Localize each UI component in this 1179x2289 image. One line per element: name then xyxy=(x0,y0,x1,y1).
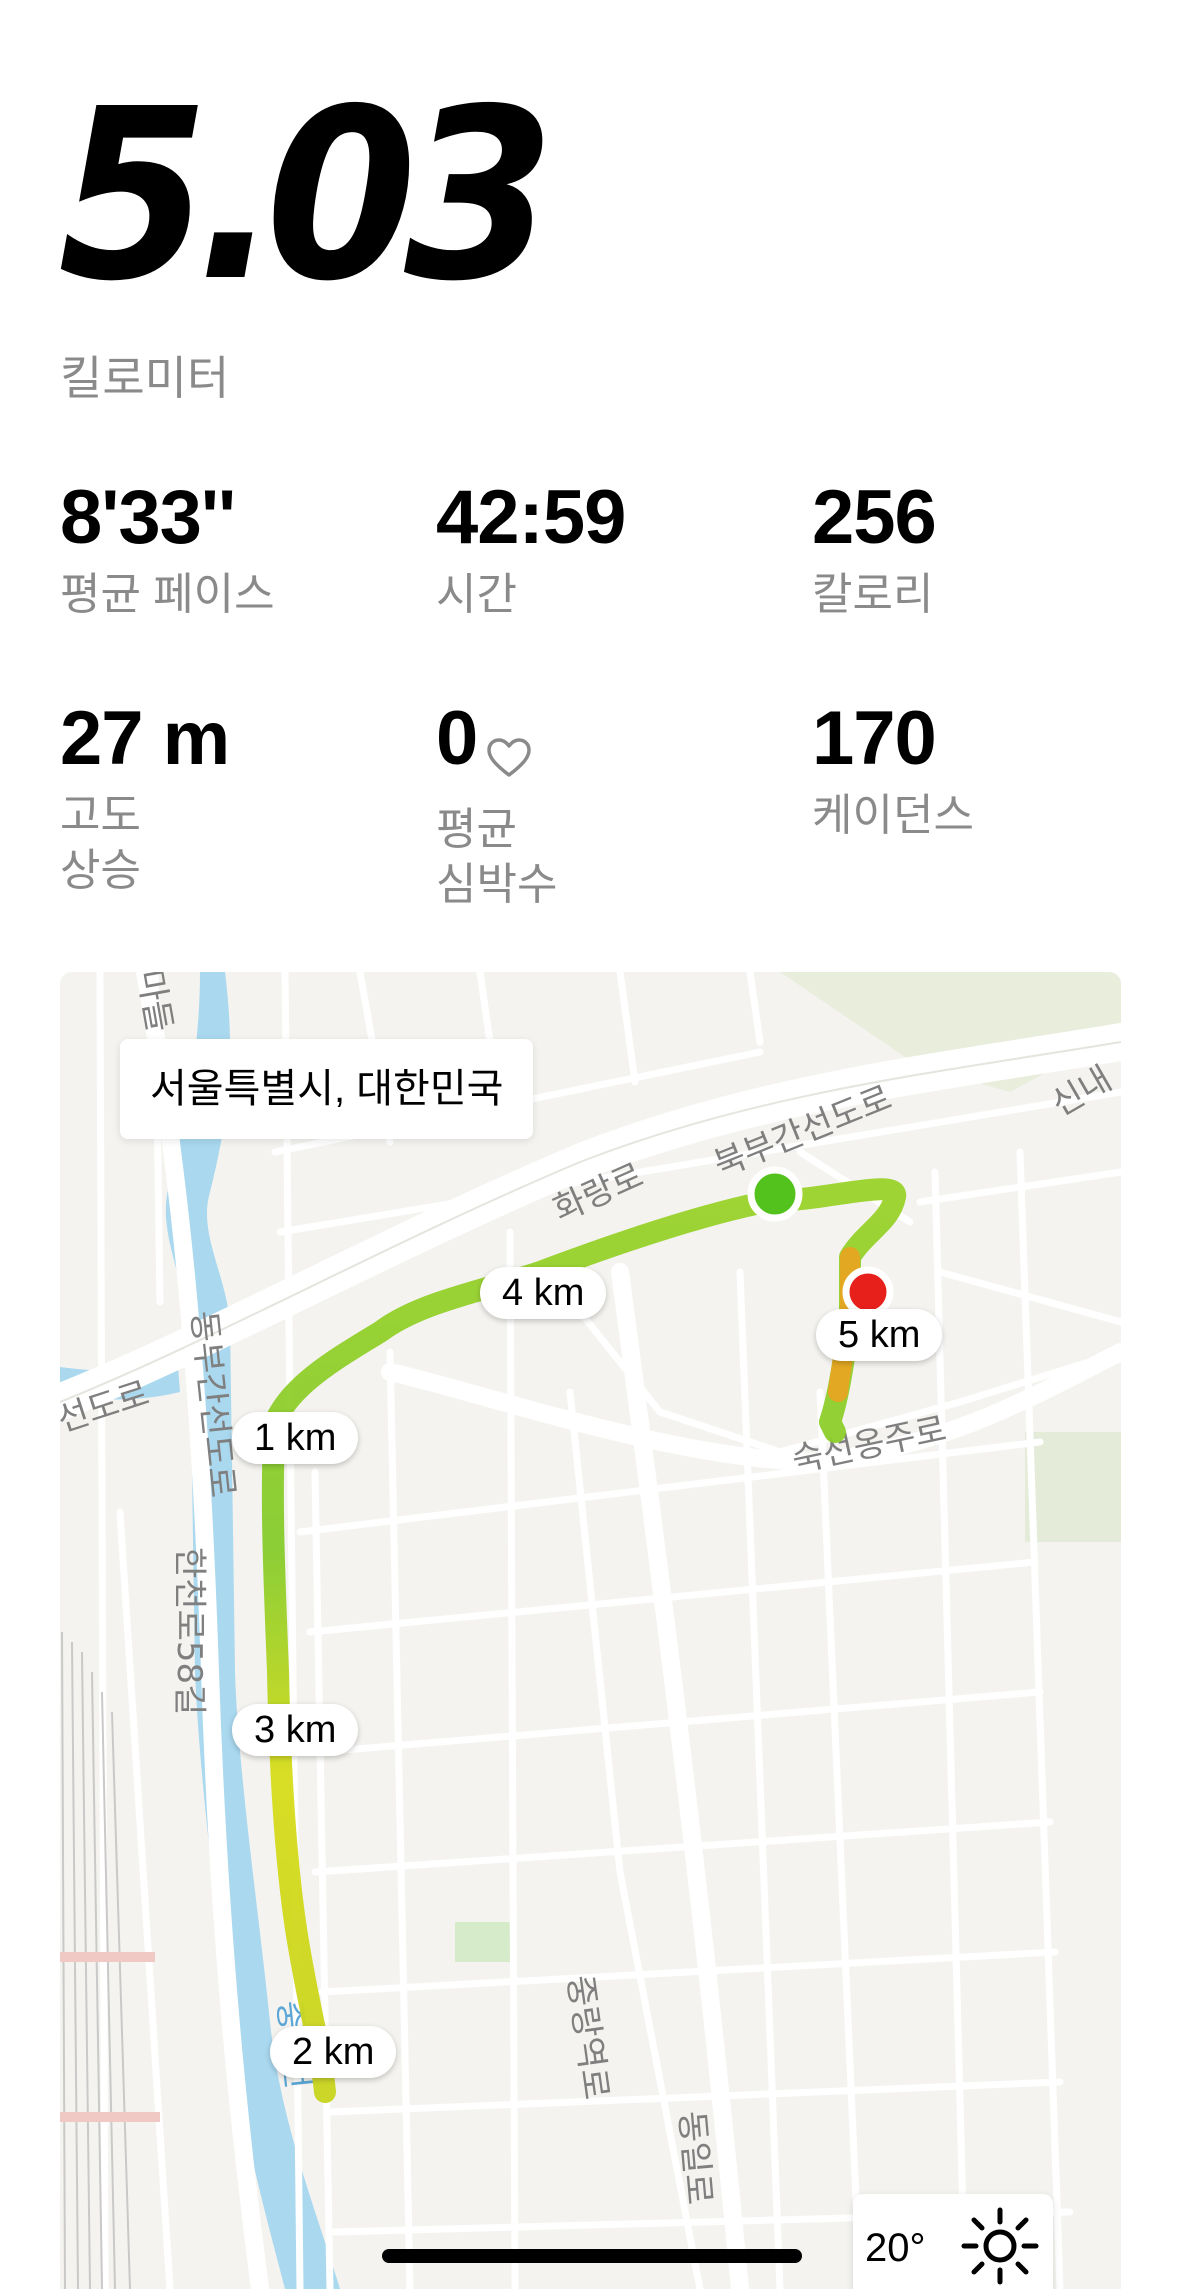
home-indicator[interactable] xyxy=(382,2249,802,2263)
stat-value: 170 xyxy=(812,696,937,781)
stat-label: 평균 심박수 xyxy=(436,805,558,909)
temperature: 20° xyxy=(865,2226,926,2270)
run-route xyxy=(261,1178,906,2103)
km-marker-5: 5 km xyxy=(816,1309,943,1361)
location-label: 서울특별시, 대한민국 xyxy=(120,1039,534,1139)
stat-label: 칼로리 xyxy=(812,570,934,619)
stat-calories: 256 칼로리 xyxy=(812,475,937,623)
stat-duration: 42:59 시간 xyxy=(436,475,626,623)
stat-value: 42:59 xyxy=(436,475,626,560)
distance-unit-label: 킬로미터 xyxy=(60,352,230,404)
stat-cadence: 170 케이던스 xyxy=(812,701,974,844)
km-marker-2: 2 km xyxy=(270,2026,397,2078)
stat-label: 케이던스 xyxy=(812,791,974,840)
stat-value: 27 m xyxy=(60,696,230,781)
route-end-marker xyxy=(842,1266,894,1318)
stat-avg-pace: 8'33'' 평균 페이스 xyxy=(60,480,275,623)
road-label-jungnangyeok-ro: 중랑역로 xyxy=(559,1973,616,2102)
map-graphic: 화랑로 북부간선도로 선도로 동부간선도로 한천로58길 숙선옹주로 중랑역로 … xyxy=(60,972,1121,2289)
road-label-dongil-ro: 동일로 xyxy=(671,2109,719,2206)
stat-label: 시간 xyxy=(436,570,517,619)
stat-avg-heart-rate: 0 평균 심박수 xyxy=(436,701,557,912)
heart-icon xyxy=(487,715,532,791)
distance-value: 5.03 xyxy=(58,58,555,333)
km-marker-1: 1 km xyxy=(232,1412,359,1464)
stat-value: 0 xyxy=(436,696,478,781)
road-label-madeul: 마들 xyxy=(129,972,179,1035)
road-label-sukseon-ongju-ro: 숙선옹주로 xyxy=(789,1409,950,1481)
stat-value: 8'33'' xyxy=(60,475,236,560)
road-label-hancheon-ro: 한천로58길 xyxy=(169,1547,209,1715)
km-marker-3: 3 km xyxy=(232,1704,359,1756)
stat-label: 고도 상승 xyxy=(60,791,141,895)
stat-value: 256 xyxy=(812,475,937,560)
stat-elevation-gain: 27 m 고도 상승 xyxy=(60,696,230,898)
route-start-marker xyxy=(747,1166,803,1222)
km-marker-4: 4 km xyxy=(480,1267,607,1319)
route-map[interactable]: 화랑로 북부간선도로 선도로 동부간선도로 한천로58길 숙선옹주로 중랑역로 … xyxy=(60,972,1121,2289)
weather-widget: 20° xyxy=(853,2194,1053,2289)
stat-label: 평균 페이스 xyxy=(60,570,275,619)
